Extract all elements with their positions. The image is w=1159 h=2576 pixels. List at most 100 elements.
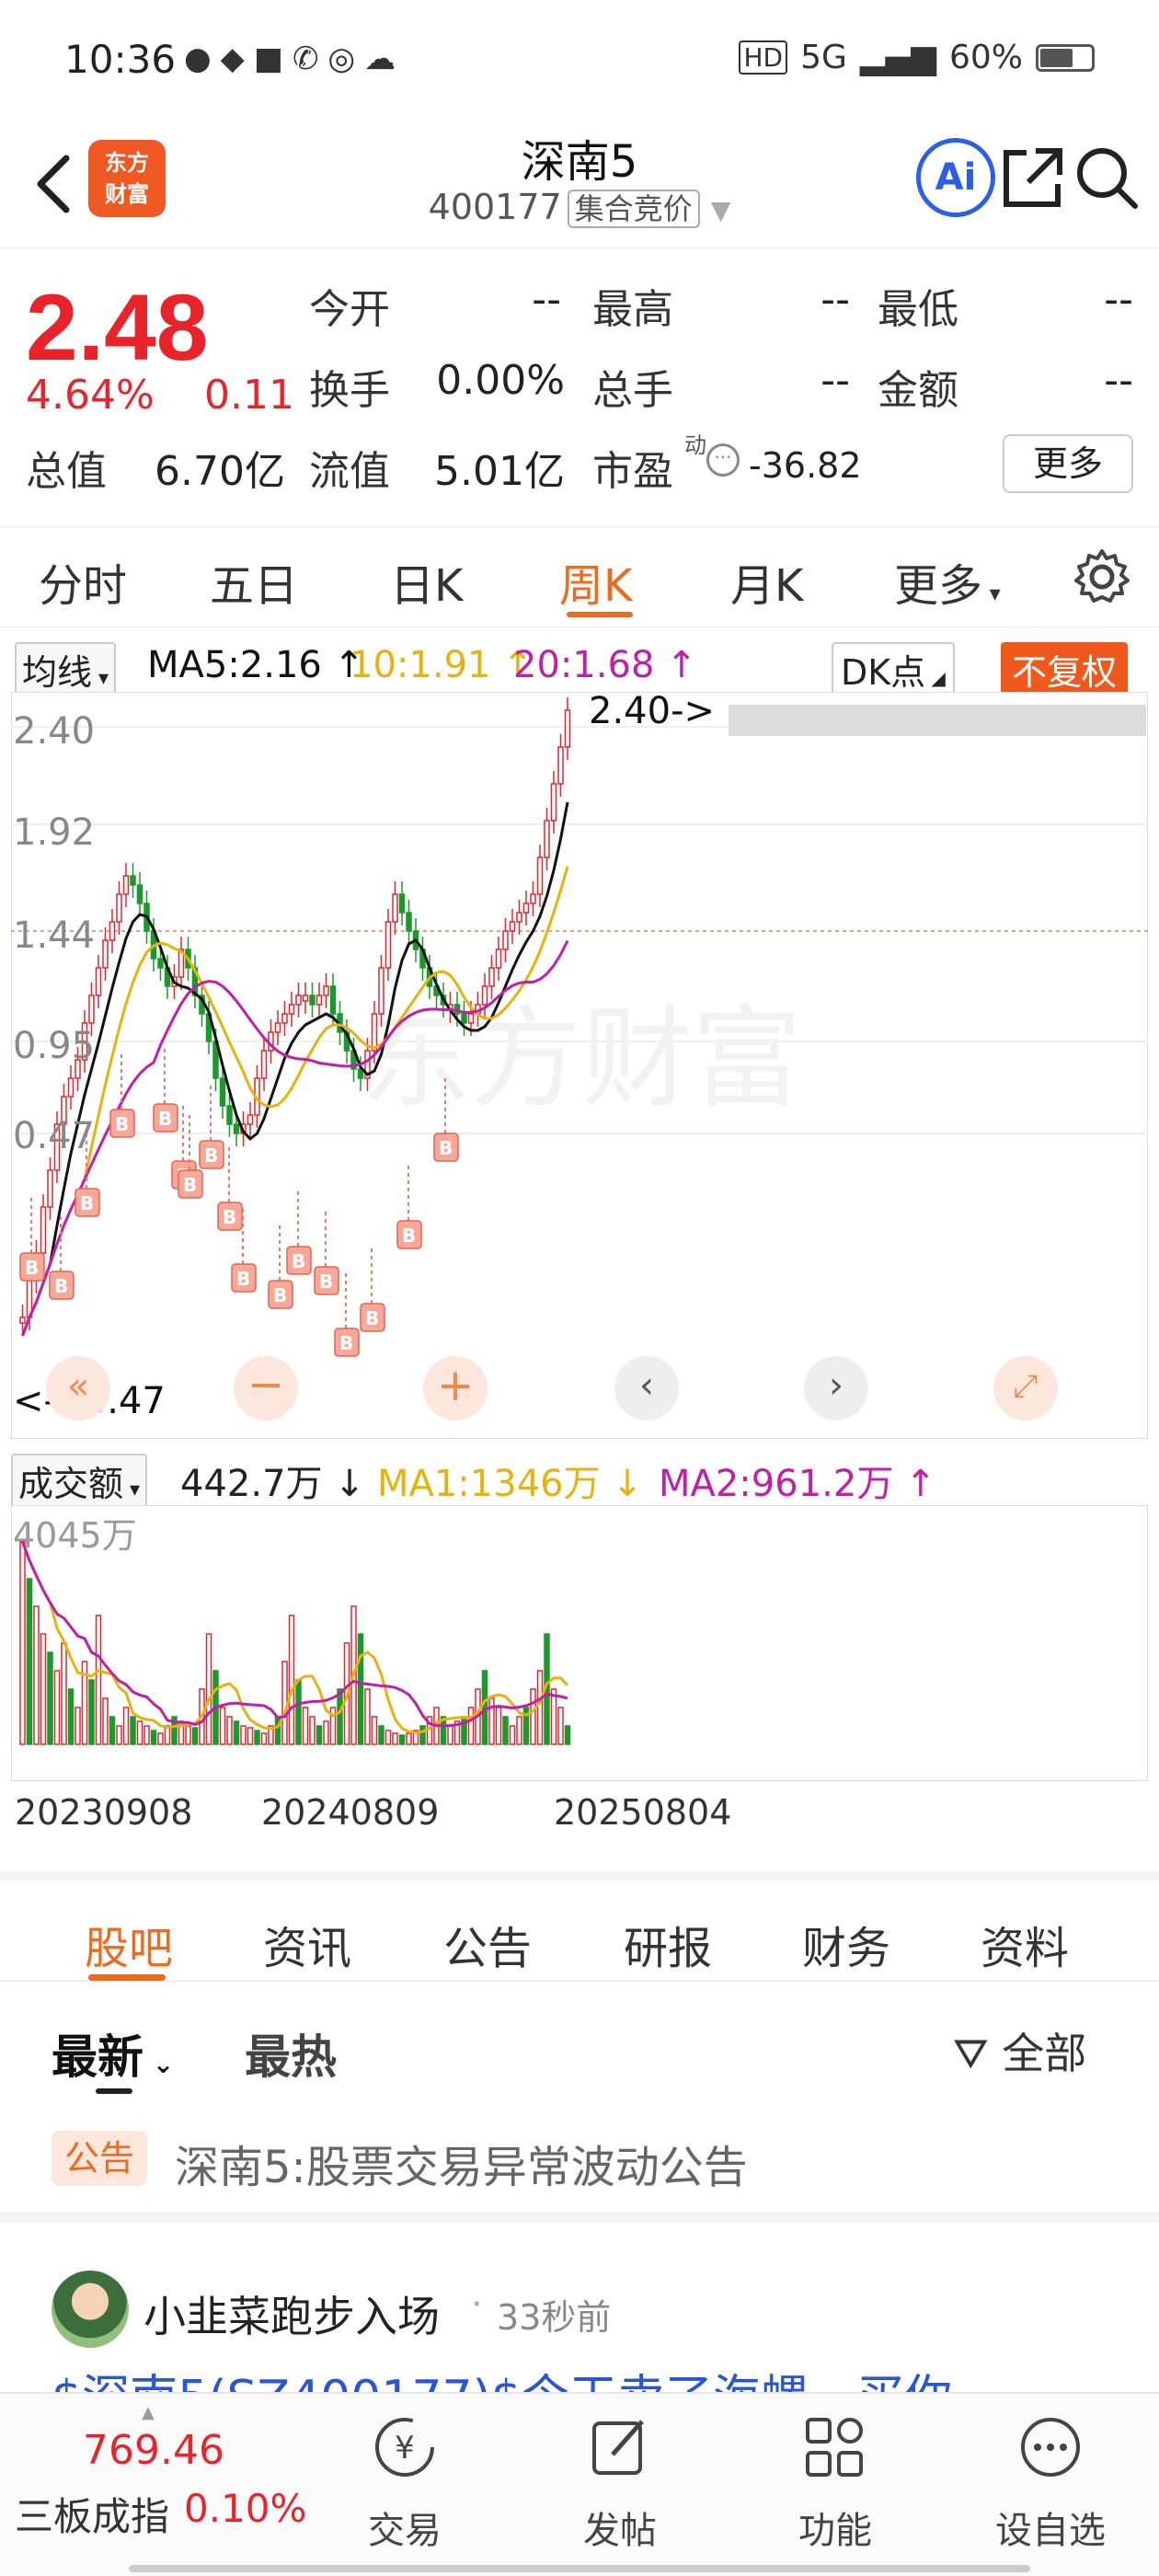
candle-body [40,1206,47,1254]
tab-monthly-k[interactable]: 月K [730,549,803,614]
buy-marker-label: B [115,1113,129,1135]
post-time: 33秒前 [497,2297,612,2338]
post-author[interactable]: 小韭菜跑步入场 [143,2283,440,2344]
volume-bar [536,1670,544,1745]
volume-bar [260,1732,268,1745]
search-icon[interactable] [1073,144,1141,212]
high-value: -- [820,276,850,323]
candle-body [102,939,109,969]
candle-body [226,1105,233,1125]
volume-bar [109,1716,116,1745]
ma-legend: 均线 ▾ MA5:2.16 ↑ 10:1.91 ↑ 20:1.68 ↑ DK点 … [0,635,1159,696]
volume-bar [337,1688,343,1745]
volume-bar [481,1670,488,1745]
clock: 10:36 [64,37,177,82]
zoom-in-button[interactable]: + [423,1356,488,1420]
notice-row[interactable]: 公告 深南5:股票交易异常波动公告 [0,2112,1159,2223]
post-item[interactable]: 小韭菜跑步入场 · 33秒前 $深南5(SZ400177)$今天卖了海螺，买你 [0,2245,1159,2401]
avatar[interactable] [52,2271,129,2348]
info-dots-icon[interactable]: ··· [706,443,740,477]
network-label: 5G [800,39,847,76]
nav-add-watchlist[interactable]: 设自选 [977,2412,1124,2554]
more-dots-icon [1021,2418,1080,2477]
volume-bar [419,1725,426,1745]
index-name[interactable]: 三板成指 [15,2486,169,2542]
tab-announcements[interactable]: 公告 [443,1912,532,1976]
nav-functions[interactable]: 功能 [762,2412,909,2554]
tab-weekly-k[interactable]: 周K [559,549,632,614]
ma10-value: 10:1.91 ↑ [350,644,534,686]
indicator-selector[interactable]: 均线 ▾ [15,642,117,696]
status-bar: 10:36 ●◆■✆◎☁ HD 5G ▂▄▆ 60% [0,0,1159,120]
caret-down-icon: ▾ [982,581,1001,606]
tab-news[interactable]: 资讯 [263,1912,351,1976]
volume-selector[interactable]: 成交额 ▾ [11,1454,148,1508]
volume-bar [288,1615,295,1745]
candle-body [116,893,122,923]
tab-intraday[interactable]: 分时 [39,549,127,614]
y-tick-label: 2.40 [13,710,95,753]
yen-coin-icon: ¥ [375,2418,434,2477]
kline-svg[interactable]: 东方财富 BBBBBBBBBBBBBBBBB 2.401.921.440.950… [10,690,1149,1440]
volume-bar [116,1725,122,1745]
scroll-right-button[interactable]: › [804,1356,868,1420]
rewind-button[interactable]: « [46,1356,110,1420]
ma20-value: 20:1.68 ↑ [513,644,697,686]
turnover-label: 换手 [309,367,390,414]
adjust-button[interactable]: 不复权 [1001,642,1129,696]
float-cap-label: 流值 [309,448,390,495]
volume-bar [530,1688,536,1745]
feed-filters: 最新 ⌄ 最热 ⛛ 全部 [0,1987,1159,2107]
price-band [729,705,1146,736]
candle-body [281,1013,288,1024]
volume-bar [398,1734,406,1745]
volume-legend: 成交额 ▾ 442.7万 ↓ MA1:1346万 ↓ MA2:961.2万 ↑ [0,1446,1159,1508]
candle-body [467,1013,475,1024]
high-label: 最高 [592,286,673,333]
scroll-left-button[interactable]: ‹ [614,1356,679,1420]
tab-daily-k[interactable]: 日K [390,549,463,614]
separator-dot: · [471,2283,483,2326]
volume-bar [378,1725,384,1745]
tab-profile[interactable]: 资料 [981,1912,1069,1976]
battery-icon [1036,43,1095,72]
volume-bar [316,1725,323,1745]
volume-chart[interactable]: 4045万 [10,1504,1149,1782]
nav-post[interactable]: 发帖 [546,2412,694,2554]
volume-bar [95,1615,102,1745]
dk-point-selector[interactable]: DK点 ◢ [832,642,955,696]
tab-research[interactable]: 研报 [624,1912,712,1976]
tab-guba[interactable]: 股吧 [85,1912,173,1976]
more-quote-button[interactable]: 更多 [1003,434,1133,493]
filter-latest[interactable]: 最新 ⌄ [52,2020,174,2087]
volume-bar [240,1725,247,1745]
buy-marker-label: B [236,1268,250,1290]
fullscreen-icon[interactable]: ⤢ [993,1356,1058,1420]
quote-panel: 2.48 4.64% 0.11 今开 -- 最高 -- 最低 -- 换手 0.0… [0,258,1159,515]
tab-more-periods[interactable]: 更多 ▾ [894,549,1001,614]
low-label: 最低 [878,286,958,333]
zoom-out-button[interactable]: − [234,1356,298,1420]
volume-bar [509,1725,516,1745]
nav-trade[interactable]: ¥ 交易 [331,2412,478,2554]
pe-superscript: 动 [684,432,706,458]
candle-body [219,1077,226,1107]
volume-bar [233,1720,240,1745]
share-icon[interactable] [999,144,1067,212]
open-value: -- [532,276,561,323]
volume-svg[interactable]: 4045万 [10,1504,1149,1782]
notice-title[interactable]: 深南5:股票交易异常波动公告 [175,2131,748,2195]
gear-icon[interactable] [1073,547,1131,606]
tab-five-day[interactable]: 五日 [210,549,298,614]
filter-hot[interactable]: 最热 [245,2020,337,2087]
candle-body [260,1050,268,1079]
candle-body [392,893,398,923]
kline-chart[interactable]: 东方财富 BBBBBBBBBBBBBBBBB 2.401.921.440.950… [10,690,1149,1440]
index-value[interactable]: 769.46 [83,2427,224,2474]
ai-assistant-icon[interactable]: Ai [916,138,995,217]
filter-all[interactable]: ⛛ 全部 [953,2020,1086,2081]
content-tab-indicator [88,1974,166,1981]
tab-finance[interactable]: 财务 [802,1912,890,1976]
volume-axis-max: 4045万 [13,1515,137,1556]
svg-text:¥: ¥ [395,2430,415,2467]
